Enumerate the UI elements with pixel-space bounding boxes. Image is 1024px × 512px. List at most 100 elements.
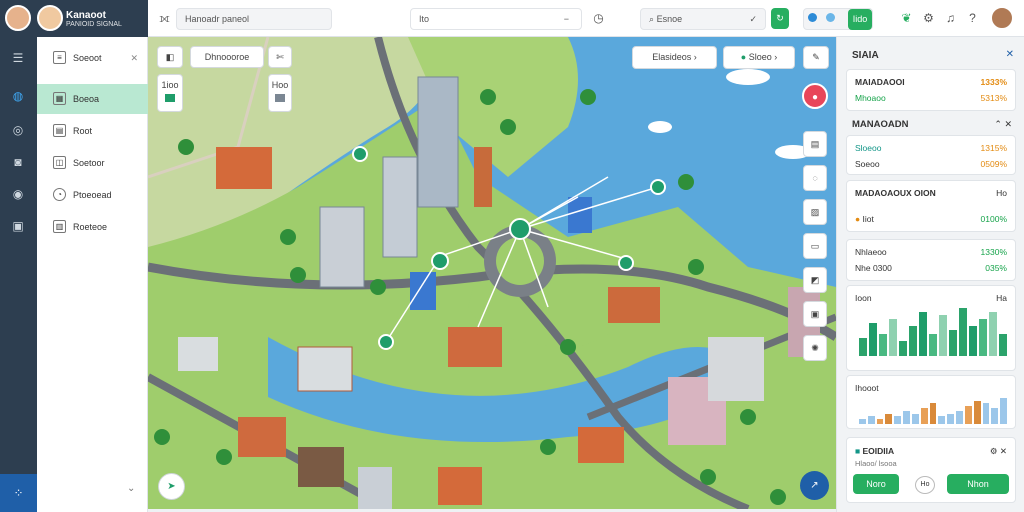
left-rail: ☰ ◍ ◎ ◙ ◉ ▣ ⁘ <box>0 37 37 512</box>
right-panel: SIAIA ✕ MAIADAOOI 1333% Mhoaoo 5313% MANAO… <box>836 37 1024 512</box>
stat-value: 1330% <box>980 247 1007 257</box>
stat-label: Sloeoo <box>855 143 882 153</box>
menu-icon[interactable]: ☰ <box>9 49 27 67</box>
chart-bar <box>949 330 957 356</box>
image-icon[interactable]: ▣ <box>803 301 827 327</box>
house-building <box>578 427 624 463</box>
chart-bar <box>979 319 987 356</box>
city-map <box>148 37 836 509</box>
legend-swatch <box>165 94 175 102</box>
action-button[interactable]: Iido <box>848 9 872 30</box>
refresh-button[interactable]: ↻ <box>771 8 789 29</box>
chart-bar <box>929 333 937 356</box>
stat-row: ● Iiot 0100% <box>855 213 1007 225</box>
image-icon[interactable]: ▣ <box>9 217 27 235</box>
pin-icon[interactable]: ◉ <box>9 185 27 203</box>
dash-icon: − <box>563 14 569 24</box>
tag-icon[interactable]: ◷ <box>590 10 607 27</box>
location-button[interactable]: ➤ <box>158 473 185 500</box>
chart-bar <box>894 416 902 424</box>
tools-icon[interactable]: ✄ <box>268 46 292 68</box>
chart-bar <box>989 311 997 356</box>
status-chip-label: Sloeo <box>748 52 772 62</box>
sidebar-item-2[interactable]: ▤ Root <box>37 116 148 146</box>
camera-icon[interactable]: ◙ <box>9 153 27 171</box>
route-chip-label: Dhnoooroe <box>204 52 250 62</box>
settings-icon[interactable]: ⚙ <box>920 10 937 27</box>
globe-icon[interactable]: ◍ <box>9 87 27 105</box>
settings-icon[interactable]: ✺ <box>803 335 827 361</box>
hub-node[interactable] <box>509 218 531 240</box>
chart-bar <box>973 400 981 424</box>
layers-select[interactable]: Elasideos › <box>632 46 717 69</box>
layer-icon[interactable]: ◩ <box>803 267 827 293</box>
document-icon[interactable]: ▭ <box>803 233 827 259</box>
sidebar-item-1[interactable]: ▦ Boeoa <box>37 84 148 114</box>
legend-box: 1ioo <box>157 74 183 112</box>
blue-dot-icon <box>808 13 817 22</box>
stat-card-4: Nhlaeoo 1330% Nhe 0300 035% <box>846 239 1016 281</box>
search-input[interactable]: Hanoadr paneol <box>176 8 332 30</box>
collapse-chevron-icon[interactable]: ⌄ <box>127 483 135 494</box>
legend-item: Hoo <box>271 80 289 90</box>
stat-label: Nhe 0300 <box>855 263 892 273</box>
toggle-button[interactable]: Ho <box>915 476 935 494</box>
grid-icon[interactable]: ⁘ <box>0 474 37 512</box>
chart-tag: Ha <box>996 293 1007 303</box>
sidebar-item-3[interactable]: ◫ Soetoor <box>37 148 148 178</box>
route-chip[interactable]: Dhnoooroe <box>190 46 264 68</box>
chart-bar <box>920 408 928 424</box>
map-view[interactable]: ◧ Dhnoooroe ✄ 1ioo Hoo Elasideos › ● Slo… <box>148 37 836 509</box>
primary-button[interactable]: Noro <box>853 474 899 494</box>
chart-bar <box>867 416 875 424</box>
sidebar-item-5[interactable]: ▥ Roeteoe <box>37 212 148 242</box>
card-title: MADAOAOUX OION <box>855 188 936 198</box>
sidebar-item-label: Roeteoe <box>73 222 108 232</box>
card-sub: Mhoaoo <box>855 93 886 103</box>
stat-label: Soeoo <box>855 159 880 169</box>
list-icon: ≡ <box>53 51 66 64</box>
settings-icon[interactable]: ⚙ ✕ <box>990 445 1007 457</box>
navigate-button[interactable]: ↗ <box>800 471 829 500</box>
node-marker[interactable] <box>378 334 394 350</box>
close-icon[interactable]: ✕ <box>1006 49 1014 60</box>
secondary-button[interactable]: Nhon <box>947 474 1009 494</box>
side-panel: ≡ Soeoot ✕ ▦ Boeoa ▤ Root ◫ Soetoor ◔ Ptoeoead… <box>37 37 148 512</box>
collapse-icon[interactable]: ⌃ ✕ <box>994 119 1012 130</box>
location-input[interactable]: Ito − <box>410 8 582 30</box>
user-avatar[interactable] <box>990 6 1014 30</box>
crop-icon[interactable]: ⟗ <box>156 10 173 27</box>
comment-icon[interactable]: ◌ <box>803 165 827 191</box>
chart-icon[interactable]: ▨ <box>803 199 827 225</box>
alert-button[interactable]: ● <box>802 83 828 109</box>
edit-icon[interactable]: ✎ <box>803 46 829 69</box>
brand-title: Kanaoot <box>66 10 106 21</box>
avatar-secondary[interactable] <box>37 5 63 31</box>
location-value: Ito <box>419 14 430 24</box>
sidebar-item-4[interactable]: ◔ Ptoeoead <box>37 180 148 210</box>
chart-bar <box>911 413 919 424</box>
help-icon[interactable]: ? <box>964 10 981 27</box>
chart-bar <box>938 416 946 424</box>
node-marker[interactable] <box>352 146 368 162</box>
footer-card: ■ EOIDIIA ⚙ ✕ Hlaoo/ lsooa Noro Ho Nhon <box>846 437 1016 503</box>
node-marker[interactable] <box>431 252 449 270</box>
compass-icon[interactable]: ◎ <box>9 121 27 139</box>
house-building <box>216 147 272 189</box>
close-icon[interactable]: ✕ <box>130 43 138 73</box>
bell-icon[interactable]: ♫ <box>942 10 959 27</box>
footer-sub: Hlaoo/ lsooa <box>855 459 897 468</box>
legend-box-2: Hoo <box>268 74 292 112</box>
status-select[interactable]: ● Sloeo › <box>723 46 795 69</box>
node-marker[interactable] <box>618 255 634 271</box>
chart-bars <box>859 308 1007 356</box>
chart-bar <box>869 322 877 356</box>
node-marker[interactable] <box>650 179 666 195</box>
filter-select[interactable]: ⌕ Esnoe ✓ <box>640 8 766 30</box>
avatar[interactable] <box>5 5 31 31</box>
leaf-icon[interactable]: ❦ <box>898 10 915 27</box>
layers-toggle-icon[interactable]: ◧ <box>157 46 183 68</box>
sidebar-item-0[interactable]: ≡ Soeoot ✕ <box>37 43 148 73</box>
building-icon[interactable]: ▤ <box>803 131 827 157</box>
clock-icon: ◔ <box>53 188 66 201</box>
